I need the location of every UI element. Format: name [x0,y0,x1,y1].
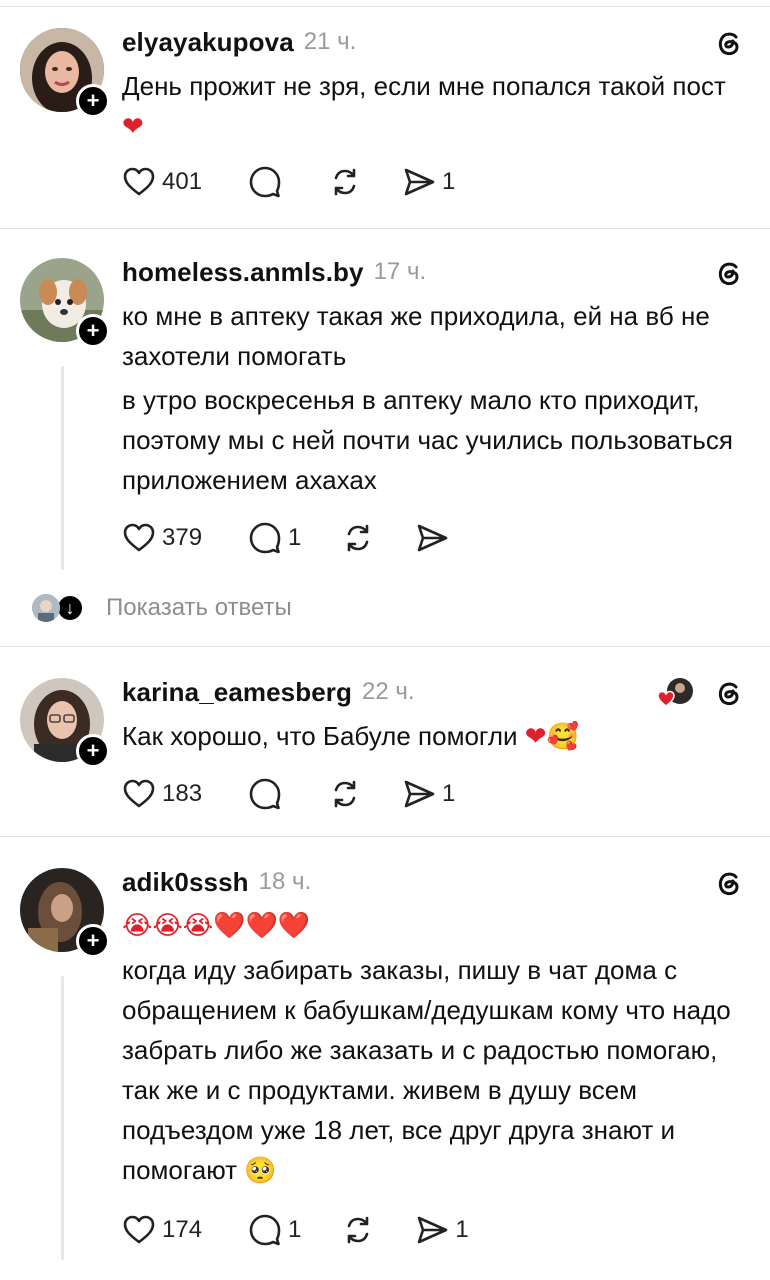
send-icon [404,168,435,196]
thread-line [61,366,64,570]
post-text-line: в утро воскресенья в аптеку мало кто при… [122,385,733,495]
post-header: elyayakupova 21 ч. [122,24,746,60]
threads-logo-icon[interactable] [712,256,746,290]
post-header: adik0sssh 18 ч. [122,864,746,900]
avatar-homeless-anmls-by[interactable]: + [20,258,110,348]
share-button[interactable]: 1 [415,1213,469,1247]
author-liked-avatar [656,676,696,710]
threads-logo-icon[interactable] [712,26,746,60]
share-count: 1 [442,168,456,195]
top-divider [0,6,770,7]
heart-icon [123,1215,155,1244]
post-header: homeless.anmls.by 17 ч. [122,254,746,290]
like-count: 174 [162,1216,203,1243]
avatar-elyayakupova[interactable]: + [20,28,110,118]
red-heart-emoji: ❤ [122,112,144,142]
post-header: karina_eamesberg 22 ч. [122,674,746,710]
timestamp: 17 ч. [373,258,427,285]
share-button[interactable] [415,521,455,555]
timestamp: 22 ч. [361,678,415,705]
post-text: 😭😭😭❤️❤️❤️ когда иду забирать заказы, пиш… [122,906,750,1191]
share-button[interactable]: 1 [402,777,455,811]
comment-icon [249,166,281,198]
comment-icon [249,1214,281,1246]
comment-button[interactable]: 1 [248,1213,301,1247]
post-divider [0,646,770,647]
post-text-line: когда иду забирать заказы, пишу в чат до… [122,955,731,1185]
repost-icon [334,168,356,196]
avatar-adik0sssh[interactable]: + [20,868,110,958]
comment-button[interactable]: 1 [248,521,301,555]
emoji-line: 😭😭😭❤️❤️❤️ [122,911,311,941]
post-text: Как хорошо, что Бабуле помогли ❤🥰 [122,716,750,757]
post-text-line: День прожит не зря, если мне попался так… [122,71,726,101]
post-divider [0,836,770,837]
username[interactable]: homeless.anmls.by [122,257,364,288]
timestamp: 21 ч. [303,28,357,55]
follow-plus-icon[interactable]: + [76,924,110,958]
comment-count: 1 [288,524,302,551]
comment-icon [249,522,281,554]
follow-plus-icon[interactable]: + [76,734,110,768]
post-actions: 401 1 [122,162,495,202]
heart-icon [123,167,155,196]
like-button[interactable]: 401 [122,165,202,199]
avatar-karina-eamesberg[interactable]: + [20,678,110,768]
username[interactable]: elyayakupova [122,27,294,58]
threads-logo-icon[interactable] [712,866,746,900]
timestamp: 18 ч. [258,868,312,895]
post-text-line: Как хорошо, что Бабуле помогли [122,721,518,751]
repost-button[interactable] [341,521,375,555]
post-text: ко мне в аптеку такая же приходила, ей н… [122,296,750,500]
heart-icon [123,523,155,552]
repost-button[interactable] [341,1213,375,1247]
heart-icon [123,779,155,808]
share-count: 1 [455,1216,469,1243]
threads-logo-icon[interactable] [712,676,746,710]
post-text: День прожит не зря, если мне попался так… [122,66,750,147]
arrow-down-icon: ↓ [56,594,84,622]
post-divider [0,228,770,229]
show-replies-label: Показать ответы [106,594,292,621]
red-heart-emoji: ❤ [524,722,547,752]
comment-button[interactable] [248,777,288,811]
thread-line [61,976,64,1260]
like-button[interactable]: 174 [122,1213,202,1247]
comment-count: 1 [288,1216,302,1243]
username[interactable]: karina_eamesberg [122,677,352,708]
share-button[interactable]: 1 [402,165,455,199]
send-icon [404,780,435,808]
repost-icon [348,524,369,552]
repost-icon [334,780,356,808]
pleading-face-emoji: 🥺 [244,1156,277,1186]
post-actions: 174 1 1 [122,1210,509,1250]
username[interactable]: adik0sssh [122,867,249,898]
follow-plus-icon[interactable]: + [76,84,110,118]
post-actions: 379 1 [122,518,495,558]
comment-icon [249,778,281,810]
post-text-line: ко мне в аптеку такая же приходила, ей н… [122,301,710,371]
like-count: 401 [162,168,203,195]
repost-button[interactable] [328,165,362,199]
smiling-face-with-hearts-emoji: 🥰 [546,722,579,752]
show-replies-button[interactable]: ↓ Показать ответы [32,590,292,626]
post-actions: 183 1 [122,774,495,814]
like-button[interactable]: 183 [122,777,202,811]
follow-plus-icon[interactable]: + [76,314,110,348]
reply-avatar [32,594,60,622]
like-count: 379 [162,524,203,551]
repost-icon [348,1216,369,1244]
comment-button[interactable] [248,165,288,199]
send-icon [418,1216,448,1244]
share-count: 1 [442,780,456,807]
like-count: 183 [162,780,203,807]
like-button[interactable]: 379 [122,521,202,555]
send-icon [418,524,448,552]
repost-button[interactable] [328,777,362,811]
